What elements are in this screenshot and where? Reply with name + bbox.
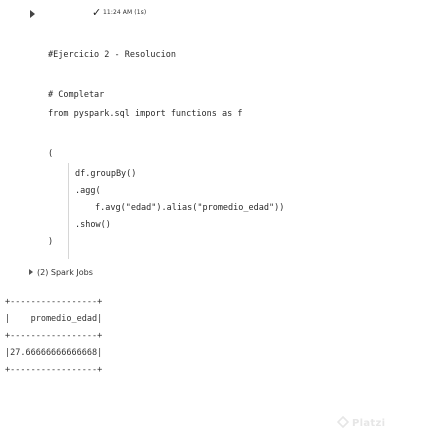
code-line-groupby[interactable]: df.groupBy() (75, 167, 136, 181)
spark-jobs-toggle[interactable]: (2) Spark Jobs (29, 266, 93, 280)
indent-guide (68, 163, 69, 259)
code-line-comment-title[interactable]: #Ejercicio 2 - Resolucion (48, 48, 176, 62)
code-line-show[interactable]: .show() (75, 218, 111, 232)
run-status: 11:24 AM (1s) (103, 9, 147, 16)
code-line-open-paren[interactable]: ( (48, 147, 53, 161)
expand-cell-icon[interactable] (30, 10, 35, 18)
code-line-agg[interactable]: .agg( (75, 184, 101, 198)
cell-toolbar: ✓ 11:24 AM (1s) (0, 0, 422, 30)
code-line-comment-complete[interactable]: # Completar (48, 88, 104, 102)
platzi-watermark: Platzi (352, 418, 386, 429)
platzi-logo-icon (337, 416, 349, 428)
code-line-close-paren[interactable]: ) (48, 235, 53, 249)
code-line-import[interactable]: from pyspark.sql import functions as f (48, 107, 242, 121)
spark-jobs-label: (2) Spark Jobs (37, 268, 93, 277)
output-header: | promedio_edad| (5, 314, 103, 324)
output-border-mid: +-----------------+ (5, 331, 103, 341)
output-value-row: |27.66666666666668| (5, 348, 103, 358)
expand-triangle-icon (29, 269, 33, 275)
output-border-top: +-----------------+ (5, 297, 103, 307)
check-icon: ✓ (92, 6, 102, 19)
output-border-bottom: +-----------------+ (5, 365, 103, 375)
code-line-avg[interactable]: f.avg("edad").alias("promedio_edad")) (95, 201, 284, 215)
